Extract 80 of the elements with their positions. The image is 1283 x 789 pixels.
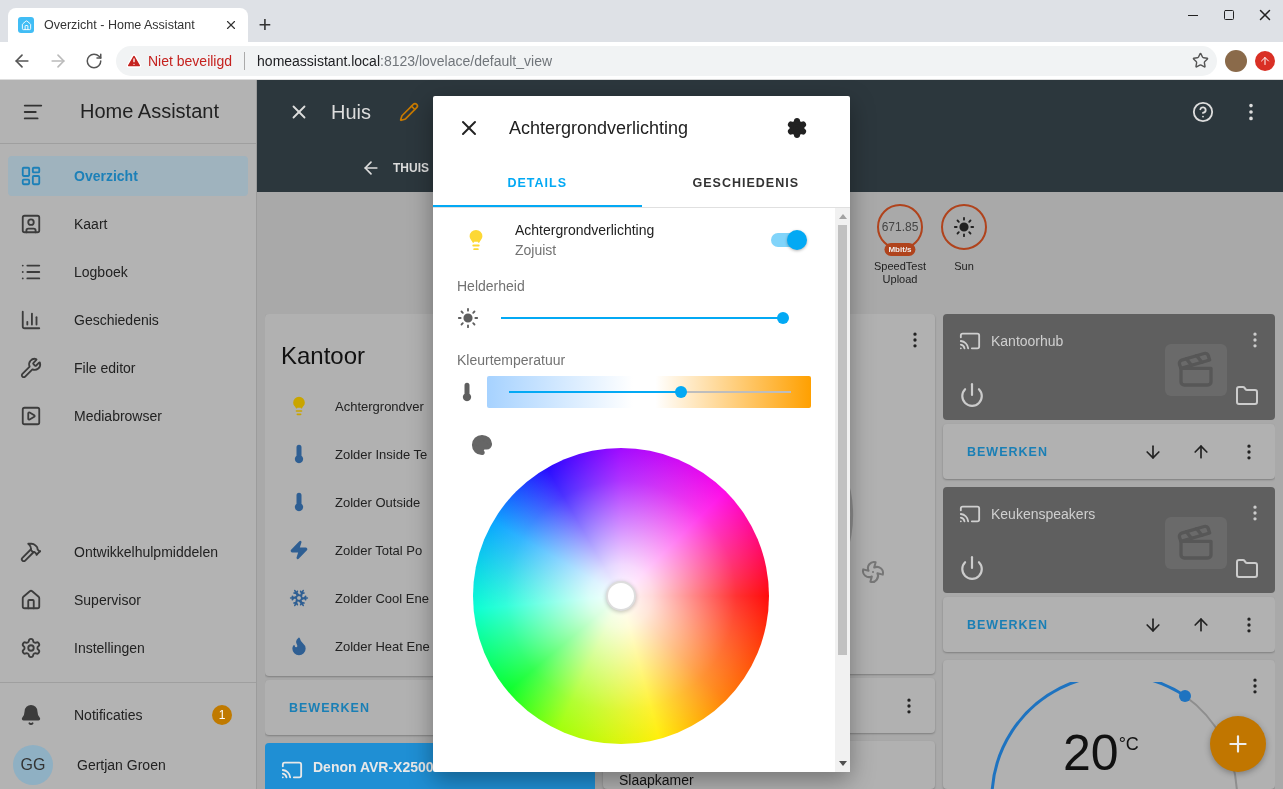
sidebar-item[interactable]: File editor bbox=[8, 348, 248, 388]
dialog-title: Achtergrondverlichting bbox=[509, 117, 690, 139]
profile-avatar[interactable] bbox=[1225, 49, 1247, 72]
extension-icon[interactable] bbox=[1255, 50, 1275, 71]
card-title: Slaapkamer bbox=[619, 773, 694, 788]
new-tab-button[interactable]: + bbox=[248, 8, 282, 42]
power-icon[interactable] bbox=[959, 555, 985, 581]
badge-value: 671.85 bbox=[881, 220, 919, 234]
palette-icon bbox=[471, 434, 493, 456]
badge-label: SpeedTest Upload bbox=[874, 260, 926, 286]
dashboard-icon bbox=[20, 165, 42, 187]
unit-label: Mbit/s bbox=[884, 243, 916, 256]
browser-tab[interactable]: Overzicht - Home Assistant bbox=[8, 8, 248, 42]
view-tab[interactable]: THUIS bbox=[393, 161, 429, 175]
cast-icon bbox=[959, 330, 981, 352]
house-icon bbox=[20, 589, 42, 611]
sidebar-item[interactable]: Mediabrowser bbox=[8, 396, 248, 436]
temperature-unit: °C bbox=[1118, 734, 1139, 755]
media-name: Keukenspeakers bbox=[991, 506, 1096, 522]
sidebar-item[interactable]: Geschiedenis bbox=[8, 300, 248, 340]
sidebar-item[interactable]: Kaart bbox=[8, 204, 248, 244]
entity-name[interactable]: Zolder Inside Te bbox=[335, 446, 428, 462]
color-temperature-label: Kleurtemperatuur bbox=[457, 352, 567, 368]
sun-icon bbox=[953, 216, 975, 238]
toggle-switch[interactable] bbox=[771, 230, 807, 250]
security-label: Niet beveiligd bbox=[148, 52, 233, 69]
app-title: Home Assistant bbox=[80, 100, 219, 123]
minimize-icon bbox=[1188, 14, 1198, 16]
entity-name[interactable]: Zolder Heat Ene bbox=[335, 638, 430, 654]
slider-thumb[interactable] bbox=[777, 312, 789, 324]
card-title: Kantoor bbox=[281, 342, 366, 370]
sidebar-item[interactable]: Supervisor bbox=[8, 580, 248, 620]
entity-name[interactable]: Achtergrondver bbox=[335, 398, 424, 414]
temperature-value: 20 bbox=[1063, 728, 1119, 778]
bar-chart-icon bbox=[20, 309, 42, 331]
house-icon bbox=[18, 17, 34, 33]
close-icon[interactable] bbox=[224, 18, 238, 32]
dialog-tab[interactable]: GESCHIEDENIS bbox=[641, 160, 850, 207]
maximize-icon bbox=[1223, 9, 1235, 21]
reload-icon bbox=[85, 51, 103, 70]
notifications-label[interactable]: Notificaties bbox=[74, 707, 143, 723]
scrollbar[interactable] bbox=[835, 208, 850, 772]
entity-name[interactable]: Zolder Cool Ene bbox=[335, 590, 429, 606]
slider-thumb[interactable] bbox=[675, 386, 687, 398]
dashboard-title: Huis bbox=[331, 100, 371, 124]
lightning-icon bbox=[289, 540, 309, 560]
play-icon bbox=[20, 405, 42, 427]
power-icon[interactable] bbox=[959, 382, 985, 408]
last-changed: Zojuist bbox=[515, 242, 558, 258]
color-temperature-slider[interactable] bbox=[487, 376, 811, 408]
url-text: homeassistant.local:8123/lovelace/default_view bbox=[257, 52, 554, 69]
brightness-icon bbox=[457, 307, 479, 329]
color-wheel-thumb[interactable] bbox=[606, 581, 636, 611]
warning-icon bbox=[126, 52, 142, 69]
wrench-icon bbox=[20, 357, 42, 379]
folder-icon[interactable] bbox=[1235, 557, 1259, 581]
sidebar-item[interactable]: Ontwikkelhulpmiddelen bbox=[8, 532, 248, 572]
hammer-icon bbox=[20, 541, 42, 563]
star-icon[interactable] bbox=[1192, 52, 1209, 69]
cast-icon bbox=[959, 503, 981, 525]
sidebar-item[interactable]: Instellingen bbox=[8, 628, 248, 668]
flame-icon bbox=[289, 636, 309, 656]
sidebar-item[interactable]: Logboek bbox=[8, 252, 248, 292]
user-name[interactable]: Gertjan Groen bbox=[77, 757, 166, 773]
media-player-name: Denon AVR-X2500 bbox=[313, 759, 434, 775]
user-avatar[interactable]: GG bbox=[13, 745, 53, 785]
brightness-label: Helderheid bbox=[457, 278, 526, 294]
cast-icon bbox=[281, 759, 303, 781]
entity-name: Achtergrondverlichting bbox=[515, 222, 656, 238]
person-card-icon bbox=[20, 213, 42, 235]
badge-label: Sun bbox=[954, 260, 974, 273]
snowflake-icon bbox=[289, 588, 309, 608]
tab-title: Overzicht - Home Assistant bbox=[44, 18, 196, 32]
folder-icon[interactable] bbox=[1235, 384, 1259, 408]
media-name: Kantoorhub bbox=[991, 333, 1064, 349]
notification-count: 1 bbox=[212, 705, 232, 725]
entity-name[interactable]: Zolder Total Po bbox=[335, 542, 423, 558]
address-field[interactable]: Niet beveiligd homeassistant.local:8123/lovelace/default_view bbox=[116, 45, 1217, 76]
entity-name[interactable]: Zolder Outside bbox=[335, 494, 421, 510]
bell-icon[interactable] bbox=[20, 704, 42, 726]
